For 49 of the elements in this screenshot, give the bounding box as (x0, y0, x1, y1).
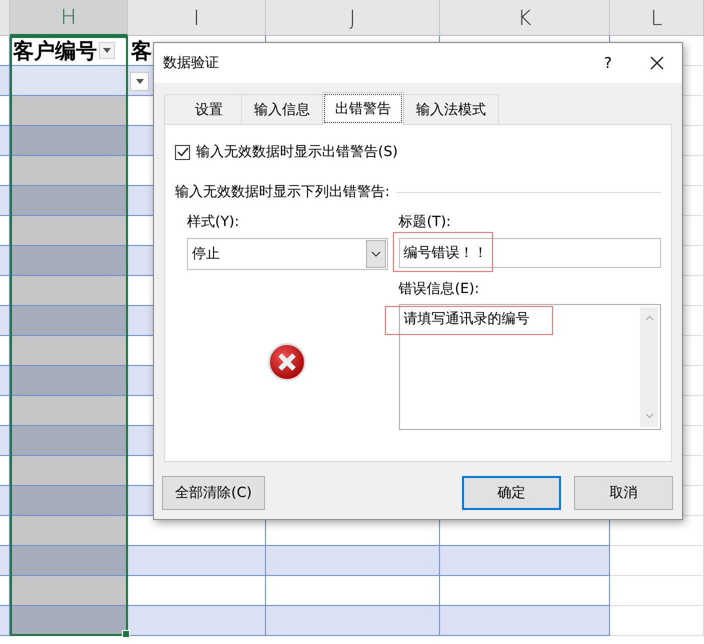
fill-handle[interactable] (122, 630, 130, 638)
table-cell (0, 366, 10, 396)
table-cell (0, 516, 10, 546)
cancel-button[interactable]: 取消 (574, 476, 673, 510)
message-field[interactable]: 请填写通讯录的编号 (398, 304, 661, 430)
table-cell (0, 486, 10, 516)
field-value: 请填写通讯录的编号 (402, 310, 531, 329)
header-text: 客户编号 (13, 38, 97, 64)
table-cell (0, 396, 10, 426)
field-label: 标题(T): (398, 213, 452, 231)
checkbox-label[interactable]: 输入无效数据时显示出错警告(S) (196, 143, 398, 161)
style-dropdown[interactable]: 停止 (187, 238, 388, 270)
dropdown-value: 停止 (191, 245, 221, 263)
table-cell (0, 156, 10, 186)
table-cell (0, 96, 10, 126)
caret-icon (103, 48, 111, 53)
tab[interactable]: 输入法模式 (403, 94, 499, 124)
table-cell (0, 126, 10, 156)
table-cell (0, 186, 10, 216)
table-cell (0, 606, 10, 636)
clear-all-button[interactable]: 全部清除(C) (162, 476, 265, 510)
field-label: 样式(Y): (187, 213, 240, 231)
table-cell (0, 336, 10, 366)
table-cell (0, 456, 10, 486)
tab[interactable]: 出错警告 (322, 92, 404, 125)
error-icon (267, 342, 308, 382)
help-button[interactable]: ? (598, 54, 618, 72)
close-icon (650, 56, 664, 70)
field-label: 错误信息(E): (398, 280, 480, 298)
section-label: 输入无效数据时显示下列出错警告: (175, 183, 390, 201)
checkbox[interactable] (175, 144, 190, 160)
table-cell (0, 546, 10, 576)
table-cell (0, 246, 10, 276)
table-cell (0, 306, 10, 336)
header-text: 客 (131, 38, 152, 64)
caret-icon (136, 79, 144, 84)
table-cell (0, 66, 10, 96)
dropdown-button[interactable] (130, 72, 149, 91)
table-cell (0, 36, 10, 66)
filter-button[interactable] (99, 42, 115, 59)
table-cell (0, 426, 10, 456)
title-field[interactable]: 编号错误！！ (398, 238, 661, 268)
table-cell (0, 576, 10, 606)
ok-button[interactable]: 确定 (462, 476, 561, 510)
window-title: 数据验证 (163, 54, 220, 72)
table-cell (0, 216, 10, 246)
tab[interactable]: 设置 (164, 94, 242, 124)
column-header[interactable]: H (10, 0, 128, 36)
table-cell (0, 276, 10, 306)
